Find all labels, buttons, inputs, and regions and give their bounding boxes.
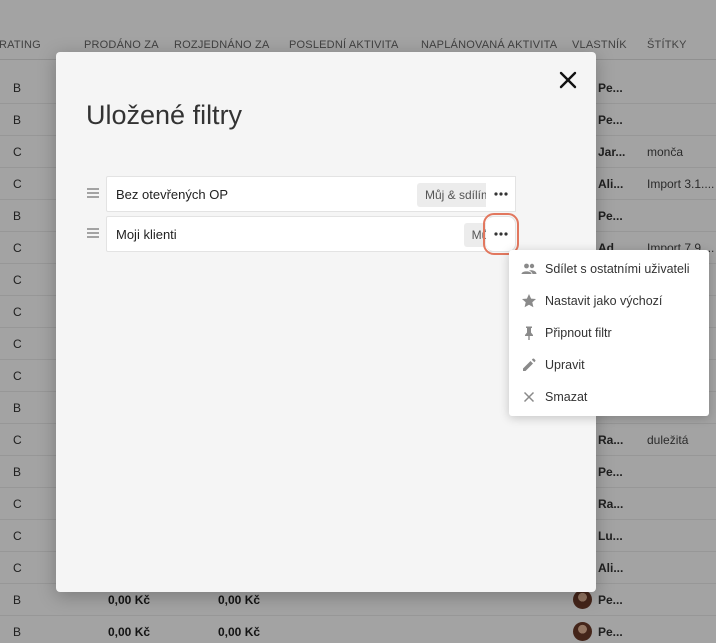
more-dots-icon <box>493 232 508 236</box>
menu-item-pin[interactable]: Připnout filtr <box>509 317 709 349</box>
menu-item-edit[interactable]: Upravit <box>509 349 709 381</box>
people-icon <box>521 261 537 277</box>
more-options-button-active[interactable] <box>483 213 519 255</box>
menu-item-label: Nastavit jako výchozí <box>545 294 663 308</box>
modal-title: Uložené filtry <box>86 100 243 130</box>
menu-item-set-default[interactable]: Nastavit jako výchozí <box>509 285 709 317</box>
filter-name: Bez otevřených OP <box>116 187 228 202</box>
filter-options-menu: Sdílet s ostatními uživateli Nastavit ja… <box>509 250 709 416</box>
close-icon <box>521 389 537 405</box>
pin-icon <box>521 325 537 341</box>
star-icon <box>521 293 537 309</box>
menu-item-label: Sdílet s ostatními uživateli <box>545 262 690 276</box>
filter-item[interactable]: Bez otevřených OP Můj & sdílím <box>106 176 506 212</box>
filter-name: Moji klienti <box>116 227 177 242</box>
more-options-button[interactable] <box>486 176 516 212</box>
drag-handle-icon[interactable] <box>86 226 100 240</box>
menu-item-share[interactable]: Sdílet s ostatními uživateli <box>509 253 709 285</box>
menu-item-label: Smazat <box>545 390 588 404</box>
menu-item-delete[interactable]: Smazat <box>509 381 709 413</box>
drag-handle-icon[interactable] <box>86 186 100 200</box>
menu-item-label: Upravit <box>545 358 585 372</box>
filter-row: Bez otevřených OP Můj & sdílím <box>86 176 536 212</box>
menu-item-label: Připnout filtr <box>545 326 612 340</box>
pencil-icon <box>521 357 537 373</box>
filter-row: Moji klienti Můj <box>86 213 536 255</box>
close-icon <box>559 71 577 89</box>
more-dots-icon <box>493 192 508 196</box>
close-button[interactable] <box>554 66 582 94</box>
filter-item[interactable]: Moji klienti Můj <box>106 216 506 252</box>
